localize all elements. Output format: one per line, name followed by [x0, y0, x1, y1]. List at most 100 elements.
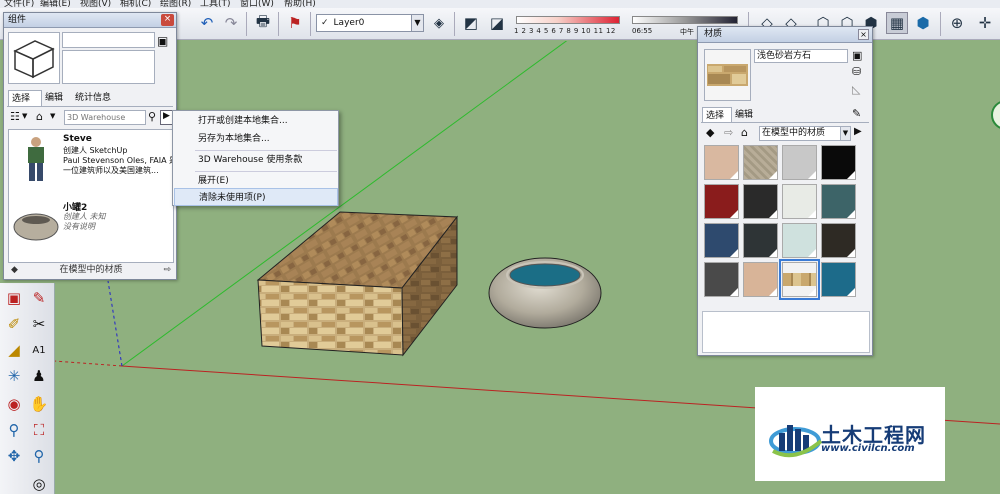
material-swatch[interactable]: [779, 259, 820, 300]
shadow-settings-icon[interactable]: ◩: [460, 12, 482, 34]
paint-bucket-icon[interactable]: ▣: [3, 287, 25, 309]
zoom-icon[interactable]: ⚲: [3, 419, 25, 441]
menu-tools[interactable]: 工具(T): [200, 0, 231, 8]
menu-item-save-collection[interactable]: 另存为本地集合...: [174, 130, 338, 148]
text-tool-icon[interactable]: A1: [28, 339, 50, 361]
components-search-input[interactable]: [64, 110, 146, 125]
stone-box-front-face[interactable]: [257, 279, 404, 356]
list-item[interactable]: Steve 创建人 SketchUp Paul Stevenson Oles, …: [9, 132, 177, 186]
menu-item-open-collection[interactable]: 打开或创建本地集合...: [174, 112, 338, 130]
component-description-field[interactable]: [62, 50, 155, 84]
dimension-icon[interactable]: ✂: [28, 313, 50, 335]
view-options-icon[interactable]: ☷: [10, 110, 20, 123]
scroll-arrow-icon[interactable]: [991, 101, 1000, 129]
layer-manager-icon[interactable]: ◈: [428, 12, 450, 34]
material-swatch[interactable]: [821, 145, 856, 180]
previous-view-icon[interactable]: ⚲: [28, 445, 50, 467]
search-icon[interactable]: ⚲: [148, 110, 156, 123]
material-swatch[interactable]: [821, 184, 856, 219]
close-icon[interactable]: ×: [161, 14, 174, 26]
detail-toggle-icon[interactable]: ▣: [852, 49, 862, 62]
tape-measure-icon[interactable]: ✐: [3, 313, 25, 335]
menu-item-purge-unused[interactable]: 清除未使用项(P): [174, 188, 338, 206]
detail-toggle-icon[interactable]: ▣: [157, 34, 168, 48]
undo-icon[interactable]: ↶: [196, 12, 218, 34]
component-name-field[interactable]: [62, 32, 155, 48]
chevron-down-icon[interactable]: ▼: [50, 112, 55, 120]
redo-icon[interactable]: ↷: [220, 12, 242, 34]
material-swatch[interactable]: [743, 223, 778, 258]
monochrome-style-icon[interactable]: ⬢: [912, 12, 934, 34]
menu-item-warehouse-terms[interactable]: 3D Warehouse 使用条款: [174, 151, 338, 169]
home-icon[interactable]: ⌂: [36, 110, 43, 123]
details-arrow-icon[interactable]: ▶: [854, 126, 862, 137]
toolbar-separator: [310, 12, 311, 36]
protractor-icon[interactable]: ◢: [3, 339, 25, 361]
tab-divider: [701, 122, 869, 123]
tab-statistics[interactable]: 统计信息: [72, 90, 120, 106]
material-swatch[interactable]: [743, 184, 778, 219]
print-icon[interactable]: 🖶: [252, 12, 274, 34]
walk-icon[interactable]: ✛: [974, 12, 996, 34]
menu-draw[interactable]: 绘图(R): [160, 0, 191, 8]
component-description: 没有说明: [63, 222, 95, 231]
model-info-icon[interactable]: ⚑: [284, 12, 306, 34]
material-swatch[interactable]: [782, 223, 817, 258]
material-swatch[interactable]: [821, 223, 856, 258]
components-title: 组件: [8, 15, 27, 25]
material-swatch[interactable]: [782, 184, 817, 219]
axes-icon[interactable]: ✳: [3, 365, 25, 387]
menu-view[interactable]: 视图(V): [80, 0, 111, 8]
menu-camera[interactable]: 相机(C): [120, 0, 151, 8]
tab-edit[interactable]: 编辑: [732, 107, 762, 123]
layer-dropdown[interactable]: ✓ Layer0 ▼: [316, 14, 424, 32]
material-swatch[interactable]: [704, 223, 739, 258]
menu-file[interactable]: 文件(F): [4, 0, 34, 8]
material-name-field[interactable]: 浅色砂岩方石: [754, 49, 848, 63]
tab-edit[interactable]: 编辑: [42, 90, 72, 106]
material-swatch[interactable]: [821, 262, 856, 297]
material-swatch[interactable]: [743, 262, 778, 297]
3d-text-icon[interactable]: ♟: [28, 365, 50, 387]
components-list[interactable]: Steve 创建人 SketchUp Paul Stevenson Oles, …: [8, 129, 177, 263]
create-material-icon[interactable]: ⛁: [852, 65, 861, 78]
menu-window[interactable]: 窗口(W): [240, 0, 274, 8]
material-swatch[interactable]: [704, 145, 739, 180]
arrow-left-icon[interactable]: ◆: [11, 264, 18, 277]
position-camera-icon[interactable]: ⊕: [946, 12, 968, 34]
tab-select[interactable]: 选择: [8, 90, 42, 106]
layer-name: Layer0: [333, 18, 365, 28]
material-swatch[interactable]: [782, 145, 817, 180]
default-material-icon[interactable]: ◺: [852, 83, 860, 96]
orbit-icon[interactable]: ◉: [3, 393, 25, 415]
close-icon[interactable]: ×: [858, 29, 869, 40]
back-arrow-icon[interactable]: ◆: [706, 126, 714, 139]
chevron-down-icon[interactable]: ▼: [411, 15, 423, 31]
eyedropper-icon[interactable]: ✎: [852, 107, 861, 120]
shadow-month-slider[interactable]: 1 2 3 4 5 6 7 8 9 10 11 12: [512, 14, 624, 38]
home-icon[interactable]: ⌂: [741, 126, 748, 139]
zoom-window-icon[interactable]: ⛶: [28, 419, 50, 441]
forward-arrow-icon[interactable]: ⇨: [724, 126, 733, 139]
eraser-icon[interactable]: ✎: [28, 287, 50, 309]
material-swatch[interactable]: [743, 145, 778, 180]
look-around-icon[interactable]: ◎: [28, 473, 50, 494]
material-swatch[interactable]: [704, 184, 739, 219]
materials-empty-area: [702, 311, 870, 353]
tab-select[interactable]: 选择: [702, 107, 732, 123]
components-title-bar[interactable]: 组件 ×: [4, 13, 176, 28]
zoom-extents-icon[interactable]: ✥: [3, 445, 25, 467]
menu-edit[interactable]: 编辑(E): [40, 0, 71, 8]
toolbar-separator: [278, 12, 279, 36]
material-swatch[interactable]: [704, 262, 739, 297]
arrow-right-icon[interactable]: ⇨: [163, 264, 171, 277]
materials-title-bar[interactable]: 材质 ×: [698, 27, 872, 43]
shaded-textures-style-icon[interactable]: ▦: [886, 12, 908, 34]
list-item[interactable]: 小罐2 创建人 未知 没有说明: [9, 198, 173, 252]
shadow-toggle-icon[interactable]: ◪: [486, 12, 508, 34]
pan-icon[interactable]: ✋: [28, 393, 50, 415]
menu-help[interactable]: 帮助(H): [284, 0, 316, 8]
chevron-down-icon[interactable]: ▼: [22, 112, 27, 120]
chevron-down-icon[interactable]: ▼: [840, 127, 850, 140]
materials-collection-dropdown[interactable]: 在模型中的材质 ▼: [759, 126, 851, 141]
